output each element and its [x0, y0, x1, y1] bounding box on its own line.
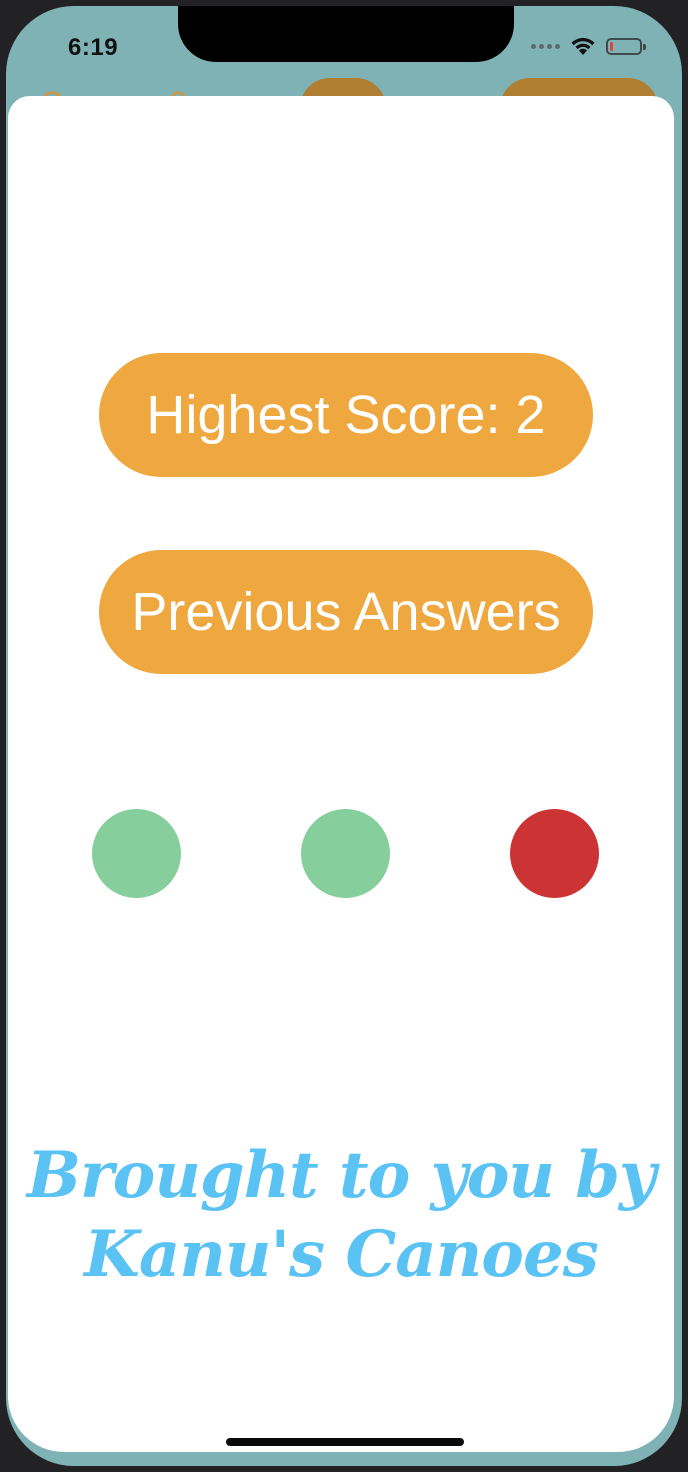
previous-answers-button[interactable]: Previous Answers — [99, 550, 593, 674]
cellular-signal-icon — [531, 43, 560, 49]
wifi-icon — [571, 37, 595, 55]
credit-line-1: Brought to you by — [26, 1138, 656, 1213]
home-indicator[interactable] — [226, 1438, 464, 1446]
battery-low-icon — [606, 37, 646, 55]
answer-indicator-correct — [301, 809, 390, 898]
answer-indicator-correct — [92, 809, 181, 898]
highest-score-button[interactable]: Highest Score: 2 — [99, 353, 593, 477]
screen: 6:19 Score: 2 Highest Score: 2 Previous … — [6, 6, 682, 1466]
credit-line-2: Kanu's Canoes — [84, 1217, 598, 1293]
stats-sheet: Highest Score: 2 Previous Answers Brough… — [8, 96, 674, 1452]
status-icons — [531, 36, 646, 56]
answer-indicator-incorrect — [510, 809, 599, 898]
answer-indicators — [8, 809, 674, 899]
status-time: 6:19 — [68, 34, 119, 61]
device-frame: 6:19 Score: 2 Highest Score: 2 Previous … — [0, 0, 688, 1472]
device-notch — [178, 6, 514, 62]
credit-text: Brought to you by Kanu's Canoes — [8, 1136, 674, 1295]
